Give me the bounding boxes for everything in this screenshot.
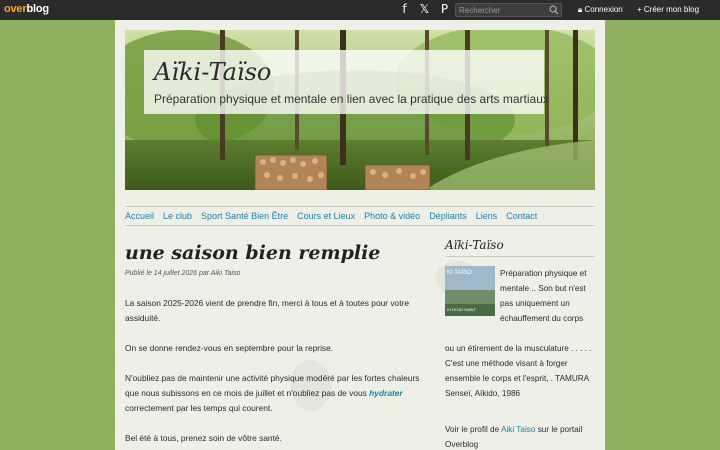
login-label: Connexion [584,5,623,14]
plus-icon: + [637,5,642,14]
pinterest-icon[interactable]: P [438,3,451,16]
post-title[interactable]: une saison bien remplie [125,242,380,264]
overblog-logo[interactable]: overblog [4,3,49,15]
nav-item-cours-lieux[interactable]: Cours et Lieux [297,211,355,221]
post-paragraph: La saison 2025-2026 vient de prendre fin… [125,298,409,323]
x-icon[interactable]: 𝕏 [418,3,431,16]
lock-icon: 🔒︎ [578,5,583,14]
create-blog-label: Créer mon blog [643,5,700,14]
post-meta: Publié le 14 juillet 2026 par Aiki Taiso [125,270,241,277]
post-body: La saison 2025-2026 vient de prendre fin… [125,296,431,450]
logo-blog-text: blog [26,3,49,15]
post-paragraph: Bel été à tous, prenez soin de vôtre san… [125,433,282,443]
site-title-box: Aïki-Taïso Préparation physique et menta… [144,50,549,114]
overblog-topbar: overblog f 𝕏 P 🔒︎ Connexion + Créer mon … [0,0,720,20]
create-blog-link[interactable]: + Créer mon blog [637,5,699,14]
search-icon[interactable] [549,5,559,15]
blog-page: Aïki-Taïso Préparation physique et menta… [115,20,605,450]
search-box [455,3,562,17]
logo-over-text: over [4,3,27,15]
nav-item-depliants[interactable]: Dépliants [429,211,467,221]
sidebar-about: Aïki-Taïso KI TAÏSO KI DOJO SAINT Prépar… [445,238,595,406]
profile-text: Voir le profil de [445,425,501,434]
nav-item-photo-video[interactable]: Photo & vidéo [364,211,420,221]
post-paragraph: N'oubliez pas de maintenir une activité … [125,371,431,416]
login-link[interactable]: 🔒︎ Connexion [578,5,623,15]
thumbnail-caption: KI TAÏSO [447,269,472,276]
nav-item-liens[interactable]: Liens [476,211,498,221]
nav-item-accueil[interactable]: Accueil [125,211,154,221]
main-nav: Accueil Le club Sport Santé Bien Être Co… [125,206,595,226]
post-text: correc­tement par les temps qui courent. [125,403,273,413]
hydrater-link[interactable]: hydrater [369,388,403,398]
sidebar-title: Aïki-Taïso [445,238,595,257]
profile-thumbnail[interactable]: KI TAÏSO KI DOJO SAINT [445,266,495,316]
post-paragraph: On se donne rendez-vous en septembre pou… [125,343,334,353]
site-title[interactable]: Aïki-Taïso [154,58,271,86]
nav-item-le-club[interactable]: Le club [163,211,192,221]
site-subtitle: Préparation physique et mentale en lien … [154,92,549,106]
profile-link[interactable]: Aiki Taiso [501,425,535,434]
sidebar-profile-line: Voir le profil de Aiki Taiso sur le port… [445,422,595,450]
thumbnail-caption-2: KI DOJO SAINT [447,307,476,312]
sidebar-content: KI TAÏSO KI DOJO SAINT Préparation physi… [445,266,595,406]
social-icons: f 𝕏 P [398,3,451,16]
header-banner-image: Aïki-Taïso Préparation physique et menta… [125,30,595,190]
facebook-icon[interactable]: f [398,3,411,16]
nav-item-sport-sante[interactable]: Sport Santé Bien Être [201,211,288,221]
sidebar-description-top: Préparation physique et mentale .. Son b… [500,269,587,323]
search-input[interactable] [456,4,548,16]
sidebar-description-bottom: ou un étirement de la musculature . . . … [445,344,592,398]
nav-item-contact[interactable]: Contact [506,211,537,221]
